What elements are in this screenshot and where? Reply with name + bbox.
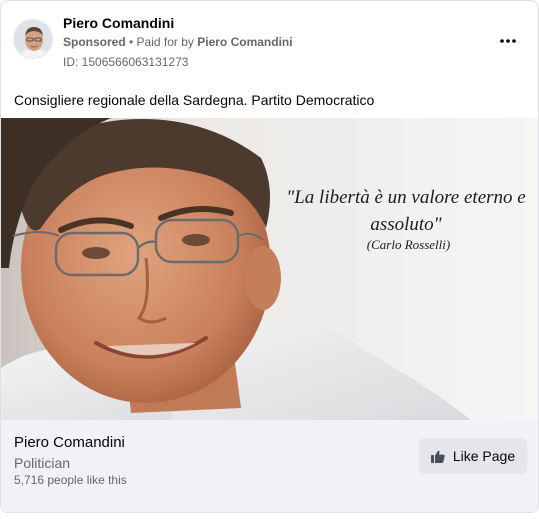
avatar[interactable] xyxy=(13,19,53,59)
separator: • xyxy=(125,35,137,49)
more-options-button[interactable] xyxy=(496,29,520,53)
ad-id: ID: 1506566063131273 xyxy=(63,55,189,69)
footer-page-name[interactable]: Piero Comandini xyxy=(14,434,125,451)
quote-author: (Carlo Rosselli) xyxy=(366,237,451,252)
ad-footer: Piero Comandini Politician 5,716 people … xyxy=(1,420,538,512)
ad-body-text: Consigliere regionale della Sardegna. Pa… xyxy=(14,92,375,108)
footer-category: Politician xyxy=(14,455,71,471)
like-page-button[interactable]: Like Page xyxy=(419,438,527,474)
avatar-image xyxy=(14,20,52,58)
paid-for-name[interactable]: Piero Comandini xyxy=(197,35,292,49)
ad-card: Piero Comandini Sponsored • Paid for by … xyxy=(0,0,539,513)
page-name-link[interactable]: Piero Comandini xyxy=(63,15,174,31)
thumbs-up-icon xyxy=(430,450,445,463)
like-page-label: Like Page xyxy=(452,448,516,464)
portrait-photo xyxy=(1,118,538,420)
quote-text: "La libertà è un valore eterno e assolut… xyxy=(286,187,526,235)
more-horizontal-icon xyxy=(500,39,516,43)
footer-like-count: 5,716 people like this xyxy=(14,473,127,487)
paid-for-prefix: Paid for by xyxy=(136,35,198,49)
ad-header: Piero Comandini Sponsored • Paid for by … xyxy=(1,1,538,81)
ad-creative-image[interactable]: "La libertà è un valore eterno e assolut… xyxy=(1,118,538,420)
sponsored-line: Sponsored • Paid for by Piero Comandini xyxy=(63,35,293,49)
sponsored-label: Sponsored xyxy=(63,35,126,49)
